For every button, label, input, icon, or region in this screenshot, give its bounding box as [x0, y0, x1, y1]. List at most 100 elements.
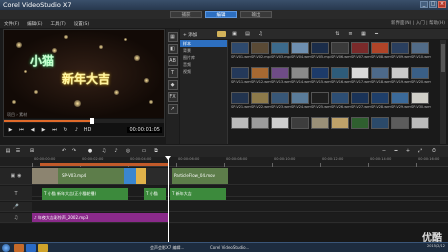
tab-edit[interactable]: 编辑 — [205, 11, 237, 18]
tab-capture[interactable]: 捕获 — [170, 11, 202, 18]
maximize-button[interactable]: □ — [429, 1, 437, 8]
library-scrollbar[interactable] — [440, 40, 446, 144]
timeline-playhead[interactable] — [168, 157, 169, 242]
library-thumbnail[interactable]: SP-V25.wmv — [311, 92, 331, 112]
undo-icon[interactable]: ↶ — [60, 148, 68, 155]
library-thumbnail[interactable] — [231, 117, 251, 137]
next-frame-icon[interactable]: ▶ — [40, 127, 47, 134]
subtitle-editor-icon[interactable]: ▭ — [140, 148, 148, 155]
library-thumbnail[interactable]: SP-V30.wmv — [411, 92, 431, 112]
taskbar-app-icon[interactable] — [14, 244, 24, 252]
transition-clip[interactable] — [124, 168, 146, 184]
track-manager-icon[interactable]: ⊞ — [28, 148, 36, 155]
video-clip[interactable]: SP-V03.mp4 — [32, 168, 124, 184]
graphics-icon[interactable]: ◆ — [167, 80, 178, 90]
close-button[interactable]: × — [438, 1, 446, 8]
library-thumbnail[interactable] — [331, 117, 351, 137]
preview-scrubber[interactable] — [4, 118, 164, 124]
library-thumbnail[interactable]: SP-V22.wmv — [251, 92, 271, 112]
library-thumbnail[interactable] — [351, 117, 371, 137]
folder-video[interactable]: 视频 — [180, 68, 227, 75]
particle-clip[interactable]: ParticleFlow_04.mov — [172, 168, 228, 184]
library-thumbnail[interactable]: SP-V20.wmv — [411, 67, 431, 87]
hd-icon[interactable]: HD — [84, 127, 92, 134]
mode-clip[interactable]: 素材 — [19, 112, 27, 117]
library-thumbnail[interactable]: SP-V29.wmv — [391, 92, 411, 112]
taskbar-item-1[interactable]: 会声会影X7 编辑... — [150, 245, 184, 251]
menu-settings[interactable]: 设置(S) — [74, 21, 89, 27]
filter-icon[interactable]: FX — [167, 92, 178, 102]
video-filter-icon[interactable]: ▣ — [230, 31, 239, 38]
library-thumbnail[interactable]: SP-V14.wmv — [291, 67, 311, 87]
media-icon[interactable]: ▦ — [167, 32, 178, 42]
library-thumbnail[interactable]: SP-V24.wmv — [291, 92, 311, 112]
library-thumbnail[interactable] — [291, 117, 311, 137]
title-icon[interactable]: T — [167, 68, 178, 78]
skip-end-icon[interactable]: ⏭ — [51, 127, 58, 134]
library-thumbnail[interactable]: SP-V06.wmv — [331, 42, 351, 62]
library-thumbnail[interactable]: SP-V23.wmv — [271, 92, 291, 112]
music-clip[interactable]: ♪ 年夜大吉彩铃声_2002.mp3 — [32, 213, 168, 222]
mix-icon[interactable]: ♫ — [100, 148, 108, 155]
library-thumbnail[interactable]: SP-V28.wmv — [371, 92, 391, 112]
audio-filter-icon[interactable]: ♫ — [256, 31, 265, 38]
title-clip-1[interactable]: T 小猫 新年大吉(正小猫轮播) — [42, 188, 128, 200]
zoom-slider-icon[interactable]: ━ — [372, 31, 381, 38]
title-clip-2[interactable]: T 小猫 — [144, 188, 166, 200]
repeat-icon[interactable]: ↻ — [62, 127, 69, 134]
library-thumbnail[interactable]: SP-V09.wmv — [391, 42, 411, 62]
menu-tools[interactable]: 工具(T) — [50, 21, 65, 27]
minimize-button[interactable]: _ — [420, 1, 428, 8]
zoom-in-icon[interactable]: + — [404, 148, 412, 155]
title-clip-3[interactable]: T 新年大吉 — [170, 188, 226, 200]
skip-start-icon[interactable]: ⏮ — [18, 127, 25, 134]
library-thumbnail[interactable]: SP-V08.wmv — [371, 42, 391, 62]
mode-project[interactable]: 项目 — [7, 112, 15, 117]
sort-icon[interactable]: ⇅ — [333, 31, 342, 38]
library-thumbnail[interactable]: SP-V05.mp4 — [311, 42, 331, 62]
library-thumbnail[interactable]: SP-V02.mp4 — [251, 42, 271, 62]
redo-icon[interactable]: ↷ — [70, 148, 78, 155]
folder-icon[interactable] — [217, 30, 226, 38]
folder-audio[interactable]: 音频 — [180, 61, 227, 68]
folder-gallery[interactable]: 图片库 — [180, 54, 227, 61]
library-thumbnail[interactable] — [271, 117, 291, 137]
instant-project-icon[interactable]: ◧ — [167, 44, 178, 54]
record-capture-icon[interactable]: ● — [86, 148, 94, 155]
thumb-view-icon[interactable]: ▦ — [359, 31, 368, 38]
auto-music-icon[interactable]: ♪ — [112, 148, 120, 155]
library-thumbnail[interactable]: SP-V16.wmv — [331, 67, 351, 87]
multi-camera-icon[interactable]: ⧉ — [152, 148, 160, 155]
library-thumbnail[interactable]: SP-V01.wmv — [231, 42, 251, 62]
folder-samples[interactable]: 样本 — [180, 40, 227, 47]
library-thumbnail[interactable]: SP-V15.wmv — [311, 67, 331, 87]
motion-tracking-icon[interactable]: ◎ — [124, 148, 132, 155]
library-thumbnail[interactable]: SP-V18.wmv — [371, 67, 391, 87]
add-folder-button[interactable]: + 添加 — [183, 32, 197, 38]
library-thumbnail[interactable]: SP-V12.wmv — [251, 67, 271, 87]
taskbar-folder-icon[interactable] — [38, 244, 48, 252]
duration-icon[interactable]: ⏱ — [430, 148, 438, 155]
tab-share[interactable]: 输出 — [240, 11, 272, 18]
library-thumbnail[interactable] — [311, 117, 331, 137]
path-icon[interactable]: ↗ — [167, 104, 178, 114]
volume-icon[interactable]: ♪ — [73, 127, 80, 134]
play-icon[interactable]: ▶ — [7, 127, 14, 134]
start-button[interactable] — [2, 244, 10, 252]
library-thumbnail[interactable]: SP-V26.wmv — [331, 92, 351, 112]
menu-edit[interactable]: 编辑(E) — [27, 21, 42, 27]
preview-range[interactable] — [40, 163, 168, 166]
transition-icon[interactable]: AB — [167, 56, 178, 66]
library-thumbnail[interactable]: SP-V10.wmv — [411, 42, 431, 62]
taskbar-item-2[interactable]: Corel VideoStudio... — [210, 245, 249, 250]
library-thumbnail[interactable] — [371, 117, 391, 137]
timeline-view-icon[interactable]: ☰ — [14, 148, 22, 155]
taskbar-app-icon[interactable] — [26, 244, 36, 252]
library-thumbnail[interactable] — [391, 117, 411, 137]
list-view-icon[interactable]: ≡ — [346, 31, 355, 38]
library-thumbnail[interactable] — [411, 117, 431, 137]
library-thumbnail[interactable]: SP-V07.wmv — [351, 42, 371, 62]
library-thumbnail[interactable] — [251, 117, 271, 137]
timecode-display[interactable]: 00:00:01:05 — [127, 127, 162, 133]
prev-frame-icon[interactable]: ◀ — [29, 127, 36, 134]
